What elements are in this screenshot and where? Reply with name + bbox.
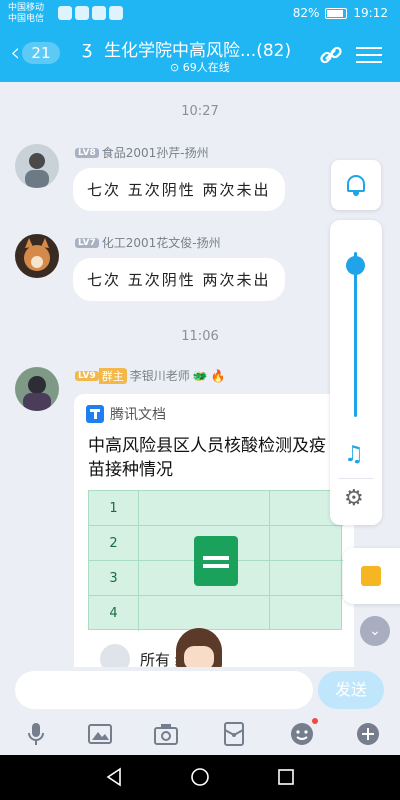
sender-name[interactable]: 食品2001孙芹-扬州 bbox=[102, 144, 209, 161]
group-link-icon[interactable] bbox=[318, 42, 344, 68]
card-source-label: 腾讯文档 bbox=[110, 407, 166, 423]
emoji-icon[interactable] bbox=[288, 718, 318, 748]
notification-icon bbox=[75, 6, 89, 20]
chat-header: ‹ 21 ʒ 生化学院中高风险...(82) ⊙ 69人在线 bbox=[0, 28, 400, 82]
notification-button[interactable] bbox=[331, 160, 381, 210]
input-toolbar bbox=[0, 715, 400, 755]
system-nav-bar bbox=[0, 755, 400, 800]
battery-status: 82% 19:12 bbox=[293, 6, 388, 20]
card-title: 中高风险县区人员核酸检测及疫苗接种情况 bbox=[88, 436, 326, 480]
new-indicator-dot bbox=[312, 718, 318, 724]
sheet-row: 4 bbox=[89, 596, 343, 631]
volume-slider[interactable] bbox=[354, 252, 357, 417]
spreadsheet-icon bbox=[194, 536, 238, 586]
message-bubble[interactable]: 七次 五次阴性 两次未出 bbox=[73, 168, 285, 211]
notification-icon bbox=[92, 6, 106, 20]
timestamp: 10:27 bbox=[181, 104, 219, 119]
scroll-down-button[interactable]: ⌄ bbox=[360, 616, 390, 646]
chevron-down-icon: ⌄ bbox=[369, 623, 381, 639]
notification-icon bbox=[58, 6, 72, 20]
slider-handle[interactable] bbox=[346, 256, 365, 276]
tencent-docs-icon bbox=[86, 405, 104, 423]
level-badge: LV7 bbox=[75, 237, 99, 248]
battery-percent: 82% bbox=[292, 6, 320, 20]
sheet-column-line bbox=[269, 491, 270, 629]
chevron-left-icon: ‹ bbox=[10, 38, 21, 68]
level-badge: LV8 bbox=[75, 147, 99, 158]
sender-name[interactable]: 化工2001花文俊-扬州 bbox=[102, 234, 221, 251]
carrier-1: 中国移动 bbox=[8, 3, 45, 13]
avatar[interactable] bbox=[15, 144, 59, 188]
side-doc-tab[interactable] bbox=[343, 548, 400, 604]
fire-icon: 🔥 bbox=[210, 368, 226, 383]
plus-icon[interactable] bbox=[354, 720, 382, 748]
row-label: 3 bbox=[89, 561, 139, 596]
avatar[interactable] bbox=[15, 367, 59, 411]
gear-icon[interactable]: ⚙ bbox=[344, 486, 364, 511]
carrier-info: 中国移动 中国电信 bbox=[8, 3, 44, 25]
avatar[interactable] bbox=[15, 234, 59, 278]
honor-dragon-icon: 🐲 bbox=[192, 368, 208, 383]
online-count: ⊙ 69人在线 bbox=[170, 61, 230, 74]
microphone-icon[interactable] bbox=[22, 720, 50, 748]
avatar bbox=[100, 644, 130, 667]
spreadsheet-preview: 1 2 3 4 bbox=[88, 490, 343, 631]
back-button[interactable]: ‹ 21 bbox=[10, 40, 60, 66]
sender-name[interactable]: 李银川老师 bbox=[130, 367, 190, 384]
shared-doc-card[interactable]: 腾讯文档 中高风险县区人员核酸检测及疫苗接种情况 1 2 3 4 所有 编辑 bbox=[74, 394, 354, 667]
level-badge: LV9 bbox=[75, 370, 99, 381]
camera-icon[interactable] bbox=[152, 720, 180, 748]
row-label: 2 bbox=[89, 526, 139, 561]
floating-control-panel: ♫ ⚙ bbox=[330, 220, 382, 525]
clock: 19:12 bbox=[353, 6, 388, 20]
message-bubble[interactable]: 七次 五次阴性 两次未出 bbox=[73, 258, 285, 301]
battery-icon bbox=[325, 7, 348, 19]
back-triangle-icon[interactable] bbox=[104, 767, 124, 787]
input-bar: 发送 bbox=[0, 667, 400, 715]
send-button[interactable]: 发送 bbox=[318, 671, 384, 709]
message-input[interactable] bbox=[15, 671, 313, 709]
document-icon bbox=[361, 566, 381, 586]
owner-badge: 群主 bbox=[98, 367, 127, 384]
menu-icon[interactable] bbox=[356, 42, 382, 68]
recents-square-icon[interactable] bbox=[276, 767, 296, 787]
sheet-row: 1 bbox=[89, 491, 343, 526]
bell-icon bbox=[347, 175, 365, 196]
sender-line: LV9 群主 李银川老师 🐲 🔥 bbox=[75, 367, 226, 384]
divider bbox=[338, 478, 374, 479]
row-label: 1 bbox=[89, 491, 139, 526]
group-title[interactable]: 生化学院中高风险...(82) bbox=[104, 36, 314, 61]
earpiece-mode-icon[interactable]: ʒ bbox=[82, 38, 92, 59]
sender-line: LV7 化工2001花文俊-扬州 bbox=[75, 234, 221, 251]
sender-line: LV8 食品2001孙芹-扬州 bbox=[75, 144, 209, 161]
row-label: 4 bbox=[89, 596, 139, 631]
music-note-icon[interactable]: ♫ bbox=[344, 442, 364, 467]
unread-count-badge: 21 bbox=[22, 42, 60, 64]
red-packet-icon[interactable] bbox=[220, 720, 248, 748]
carrier-2: 中国电信 bbox=[8, 14, 45, 24]
image-icon[interactable] bbox=[86, 720, 114, 748]
status-bar: 中国移动 中国电信 82% 19:12 bbox=[0, 0, 400, 28]
notification-icon bbox=[109, 6, 123, 20]
notification-icons bbox=[58, 6, 123, 20]
home-circle-icon[interactable] bbox=[190, 767, 210, 787]
card-source: 腾讯文档 bbox=[86, 404, 166, 424]
